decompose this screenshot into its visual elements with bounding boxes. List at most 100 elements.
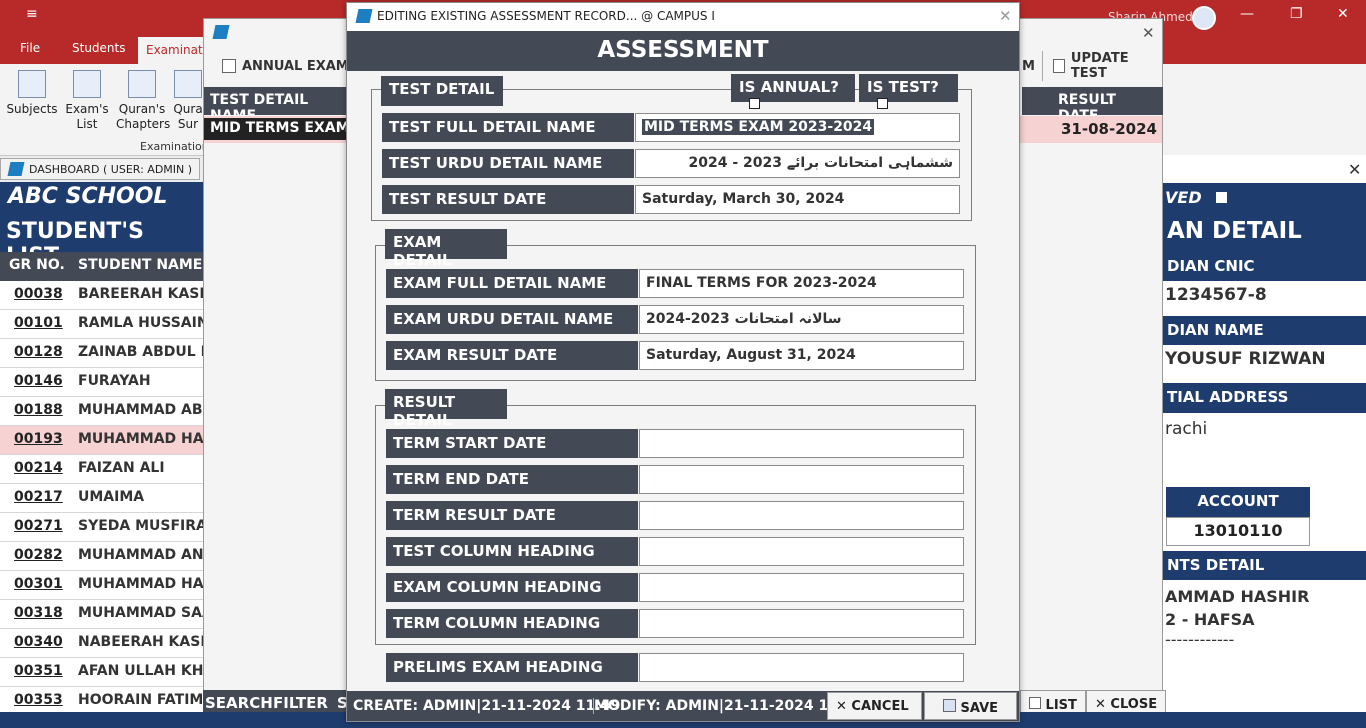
- table-row[interactable]: 00146 FURAYAH: [0, 368, 205, 397]
- result-date-cell[interactable]: 31-08-2024: [1061, 120, 1157, 138]
- name-header[interactable]: STUDENT NAME: [78, 257, 202, 273]
- test-detail-name-header[interactable]: TEST DETAIL NAME: [204, 87, 348, 124]
- is-test-toggle[interactable]: IS TEST?: [859, 74, 958, 109]
- quran-chapters-button[interactable]: Quran's Chapters: [116, 70, 170, 132]
- table-row[interactable]: 00282 MUHAMMAD ANA: [0, 542, 205, 571]
- gr-number[interactable]: 00318: [14, 605, 63, 621]
- cnic-label: DIAN CNIC: [1163, 252, 1366, 281]
- table-row[interactable]: 00128 ZAINAB ABDUL RA: [0, 339, 205, 368]
- filter-button[interactable]: FILTER: [273, 694, 328, 712]
- gr-number[interactable]: 00038: [14, 286, 63, 302]
- term-end-date-label: TERM END DATE: [386, 465, 638, 494]
- tab-students[interactable]: Students: [72, 41, 126, 55]
- term-result-date-input[interactable]: [639, 501, 964, 530]
- table-row[interactable]: 00101 RAMLA HUSSAIN: [0, 310, 205, 339]
- save-button[interactable]: SAVE: [924, 692, 1017, 720]
- term-start-date-input[interactable]: [639, 429, 964, 458]
- term-end-date-input[interactable]: [639, 465, 964, 494]
- test-result-date-input[interactable]: Saturday, March 30, 2024: [635, 185, 960, 214]
- gr-header[interactable]: GR NO.: [9, 257, 65, 273]
- test-result-date-label: TEST RESULT DATE: [382, 185, 634, 214]
- exams-list-button[interactable]: Exam's List: [61, 70, 113, 132]
- table-row[interactable]: 00340 NABEERAH KASHIF: [0, 629, 205, 658]
- gr-number[interactable]: 00271: [14, 518, 63, 534]
- annual-exams-button[interactable]: ANNUAL EXAMS: [212, 51, 368, 81]
- is-annual-toggle[interactable]: IS ANNUAL?: [731, 74, 855, 109]
- close-icon[interactable]: ✕: [1348, 160, 1361, 179]
- tab-dashboard[interactable]: DASHBOARD ( USER: ADMIN ): [0, 158, 200, 180]
- exam-full-name-label: EXAM FULL DETAIL NAME: [386, 269, 638, 298]
- prelims-heading-input[interactable]: [639, 653, 964, 682]
- cnic-value: 1234567-8: [1165, 285, 1267, 305]
- prelims-heading-label: PRELIMS EXAM HEADING: [386, 653, 638, 682]
- test-name-cell[interactable]: MID TERMS EXAM 2: [204, 118, 348, 140]
- maximize-icon[interactable]: ❐: [1290, 6, 1303, 22]
- save-icon: [943, 699, 956, 712]
- table-row[interactable]: 00193 MUHAMMAD HAS: [0, 426, 205, 455]
- app-logo-icon: [355, 9, 373, 23]
- address-value: rachi: [1165, 419, 1208, 439]
- modified-status: MODIFY: ADMIN|21-11-2024 11:50: [593, 698, 864, 714]
- approved-checkbox[interactable]: [1215, 192, 1227, 203]
- students-detail-label: NTS DETAIL: [1163, 551, 1366, 580]
- gr-number[interactable]: 00282: [14, 547, 63, 563]
- test-column-heading-input[interactable]: [639, 537, 964, 566]
- is-annual-checkbox[interactable]: [749, 98, 760, 109]
- gr-number[interactable]: 00353: [14, 692, 63, 708]
- subjects-icon: [18, 70, 46, 98]
- gr-number[interactable]: 00128: [14, 344, 63, 360]
- gr-number[interactable]: 00301: [14, 576, 63, 592]
- table-row[interactable]: 00301 MUHAMMAD HAS: [0, 571, 205, 600]
- quran-surah-button[interactable]: Qura Sur: [170, 70, 206, 132]
- gr-number[interactable]: 00188: [14, 402, 63, 418]
- gr-number[interactable]: 00146: [14, 373, 63, 389]
- result-date-header[interactable]: RESULT DATE: [1021, 87, 1163, 124]
- assessment-dialog: EDITING EXISTING ASSESSMENT RECORD... @ …: [346, 2, 1020, 722]
- gr-number[interactable]: 00214: [14, 460, 63, 476]
- exam-urdu-name-input[interactable]: سالانہ امتحانات 2023-2024: [639, 305, 964, 334]
- subjects-button[interactable]: Subjects: [6, 70, 58, 117]
- table-row[interactable]: 00214 FAIZAN ALI: [0, 455, 205, 484]
- exam-result-date-input[interactable]: Saturday, August 31, 2024: [639, 341, 964, 370]
- test-urdu-name-input[interactable]: ششماہی امتحانات برائے 2023 - 2024: [635, 149, 960, 178]
- test-detail-label: TEST DETAIL: [381, 76, 503, 106]
- exam-list-icon: [73, 70, 101, 98]
- close-icon[interactable]: ✕: [1142, 24, 1155, 42]
- student-name: RAMLA HUSSAIN: [78, 315, 204, 331]
- guardian-name-value: YOUSUF RIZWAN: [1165, 349, 1326, 369]
- minimize-icon[interactable]: —: [1240, 6, 1254, 22]
- student-name: MUHAMMAD SAA: [78, 605, 204, 621]
- search-button[interactable]: SEARCH: [205, 694, 273, 712]
- update-test-button[interactable]: UPDATE TEST: [1042, 51, 1162, 81]
- table-row[interactable]: 00271 SYEDA MUSFIRAH: [0, 513, 205, 542]
- exam-column-heading-input[interactable]: [639, 573, 964, 602]
- gr-number[interactable]: 00217: [14, 489, 63, 505]
- gr-number[interactable]: 00193: [14, 431, 63, 447]
- gr-number[interactable]: 00351: [14, 663, 63, 679]
- app-logo-icon: [7, 162, 25, 176]
- exam-full-name-input[interactable]: FINAL TERMS FOR 2023-2024: [639, 269, 964, 298]
- test-urdu-name-label: TEST URDU DETAIL NAME: [382, 149, 634, 178]
- table-row[interactable]: 00038 BAREERAH KASHIF: [0, 281, 205, 310]
- table-row[interactable]: 00217 UMAIMA: [0, 484, 205, 513]
- close-icon[interactable]: ✕: [999, 7, 1012, 25]
- gr-number[interactable]: 00101: [14, 315, 63, 331]
- sibling-1: AMMAD HASHIR: [1165, 587, 1310, 606]
- cancel-button[interactable]: ✕ CANCEL: [827, 692, 922, 720]
- result-detail-label: RESULT DETAIL: [385, 389, 507, 429]
- student-name: HOORAIN FATIMA: [78, 692, 204, 708]
- list-icon: [1029, 697, 1041, 709]
- close-icon[interactable]: ✕: [1337, 6, 1349, 22]
- table-row[interactable]: 00318 MUHAMMAD SAA: [0, 600, 205, 629]
- avatar[interactable]: [1192, 6, 1216, 30]
- is-test-checkbox[interactable]: [877, 98, 888, 109]
- table-row[interactable]: 00188 MUHAMMAD ABD: [0, 397, 205, 426]
- table-row[interactable]: 00351 AFAN ULLAH KHAN: [0, 658, 205, 687]
- school-name: ABC SCHOOL: [0, 182, 205, 216]
- test-full-name-input[interactable]: MID TERMS EXAM 2023-2024: [635, 113, 960, 142]
- gr-number[interactable]: 00340: [14, 634, 63, 650]
- dialog-title: EDITING EXISTING ASSESSMENT RECORD... @ …: [347, 3, 1019, 31]
- quick-menu-icon[interactable]: ≡: [26, 6, 38, 22]
- tab-file[interactable]: File: [20, 41, 40, 55]
- term-column-heading-input[interactable]: [639, 609, 964, 638]
